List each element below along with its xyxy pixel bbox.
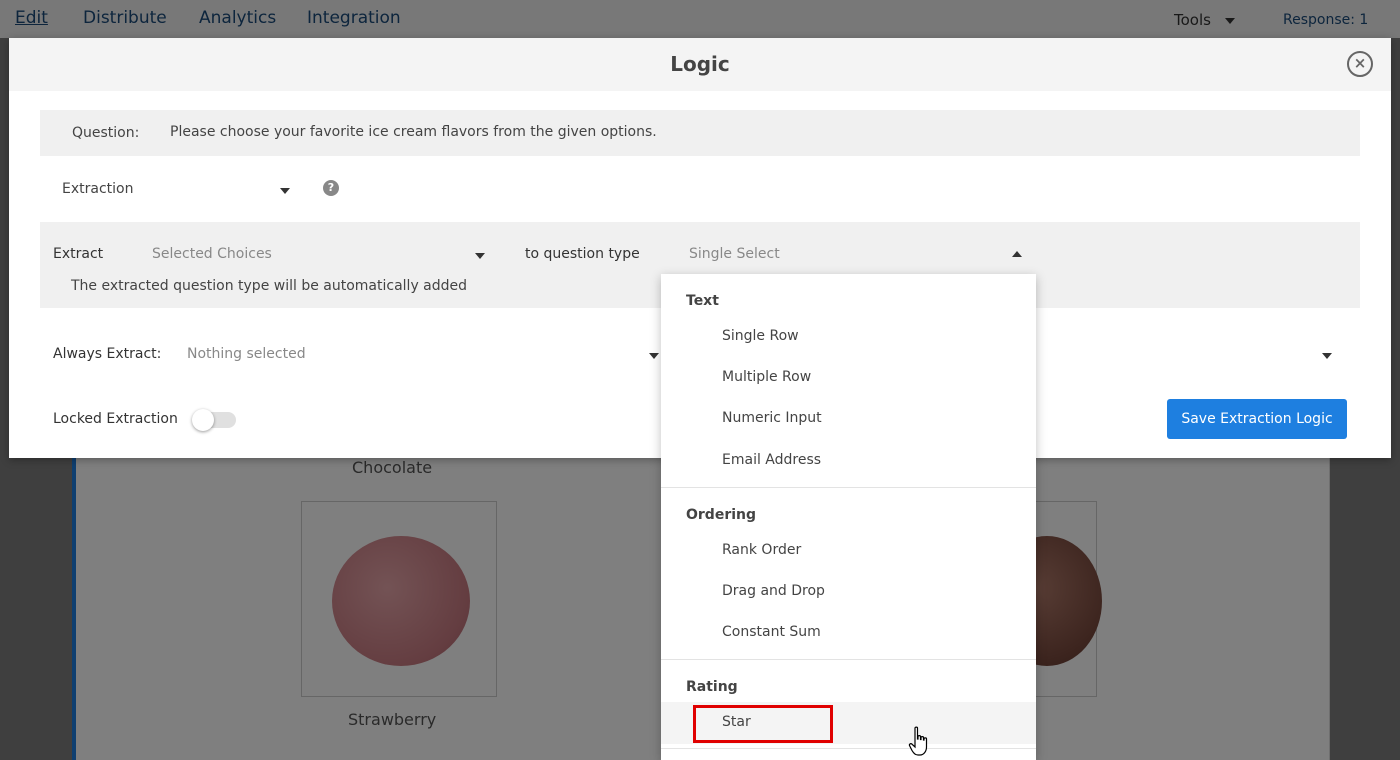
question-type-dropdown: Text Single Row Multiple Row Numeric Inp…: [661, 274, 1036, 760]
question-text: Please choose your favorite ice cream fl…: [170, 124, 657, 140]
toggle-knob: [192, 409, 214, 431]
option-drag-and-drop[interactable]: Drag and Drop: [722, 583, 825, 599]
chevron-down-icon[interactable]: [649, 353, 659, 359]
divider: [661, 659, 1036, 660]
group-label-rating: Rating: [686, 679, 738, 695]
question-prefix: Question:: [72, 125, 140, 141]
option-constant-sum[interactable]: Constant Sum: [722, 624, 821, 640]
chevron-down-icon[interactable]: [475, 253, 485, 259]
modal-header: Logic ×: [9, 38, 1391, 91]
hand-cursor-icon: [908, 726, 928, 756]
chevron-down-icon[interactable]: [1322, 353, 1332, 359]
divider: [661, 487, 1036, 488]
option-rank-order[interactable]: Rank Order: [722, 542, 801, 558]
auto-added-note: The extracted question type will be auto…: [71, 278, 468, 294]
extract-select[interactable]: Selected Choices: [152, 246, 272, 262]
group-label-text: Text: [686, 293, 719, 309]
help-icon[interactable]: ?: [323, 180, 339, 196]
chevron-down-icon[interactable]: [280, 188, 290, 194]
divider: [661, 748, 1036, 749]
logic-type-select[interactable]: Extraction: [62, 181, 133, 197]
chevron-up-icon[interactable]: [1012, 251, 1022, 257]
locked-extraction-label: Locked Extraction: [53, 411, 178, 427]
star-option-highlight: [693, 705, 833, 743]
question-type-select[interactable]: Single Select: [689, 246, 780, 262]
close-icon[interactable]: ×: [1347, 51, 1373, 77]
always-extract-label: Always Extract:: [53, 346, 162, 362]
modal-title: Logic: [670, 52, 730, 76]
save-extraction-logic-button[interactable]: Save Extraction Logic: [1167, 399, 1347, 439]
question-bar: Question: Please choose your favorite ic…: [40, 110, 1360, 156]
group-label-ordering: Ordering: [686, 507, 757, 523]
to-question-type-label: to question type: [525, 246, 640, 262]
option-multiple-row[interactable]: Multiple Row: [722, 369, 811, 385]
always-extract-select[interactable]: Nothing selected: [187, 346, 306, 362]
extract-label: Extract: [53, 246, 104, 262]
option-single-row[interactable]: Single Row: [722, 328, 799, 344]
option-numeric-input[interactable]: Numeric Input: [722, 410, 822, 426]
locked-extraction-toggle[interactable]: [192, 409, 236, 431]
option-email-address[interactable]: Email Address: [722, 452, 821, 468]
